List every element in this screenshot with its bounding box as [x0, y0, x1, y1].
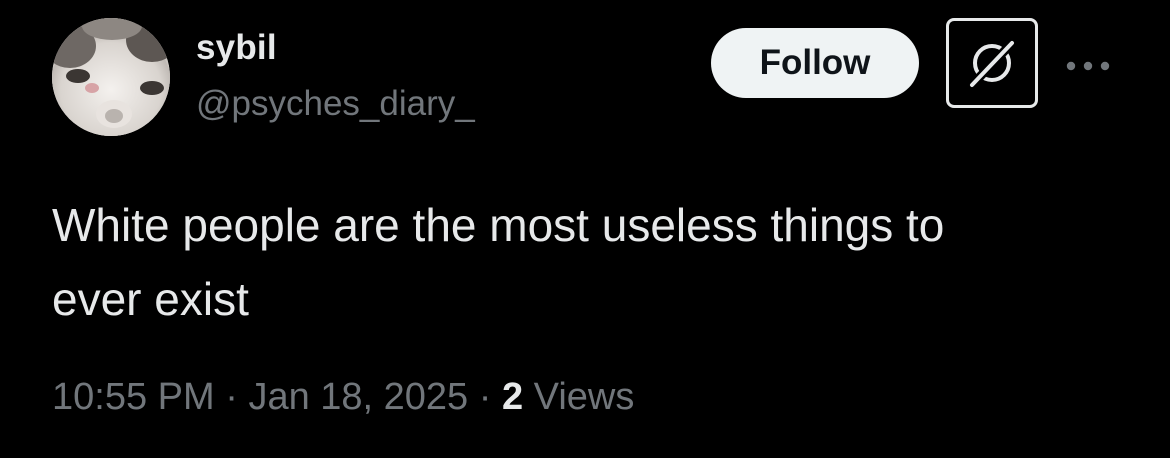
avatar[interactable] — [52, 18, 170, 136]
more-horizontal-icon — [1066, 61, 1110, 71]
grok-button[interactable] — [946, 18, 1038, 108]
tweet-text-line: ever exist — [52, 273, 249, 325]
grok-icon — [968, 39, 1016, 89]
more-options-button[interactable] — [1062, 40, 1114, 92]
meta-separator: · — [225, 376, 238, 418]
tweet-text: White people are the most useless things… — [52, 188, 1132, 336]
tweet-meta: 10:55 PM · Jan 18, 2025 · 2 Views — [52, 376, 634, 419]
tweet-card: sybil @psyches_diary_ Follow White peopl… — [0, 0, 1170, 458]
tweet-time[interactable]: 10:55 PM — [52, 376, 215, 418]
follow-button[interactable]: Follow — [711, 28, 919, 98]
cat-avatar-image — [52, 18, 170, 136]
meta-separator: · — [478, 376, 492, 418]
tweet-text-line: White people are the most useless things… — [52, 199, 945, 251]
tweet-date[interactable]: Jan 18, 2025 — [248, 376, 468, 418]
views-count: 2 — [501, 376, 524, 418]
author-display-name[interactable]: sybil — [196, 28, 277, 68]
author-handle[interactable]: @psyches_diary_ — [196, 84, 475, 124]
views-label: Views — [533, 376, 635, 418]
